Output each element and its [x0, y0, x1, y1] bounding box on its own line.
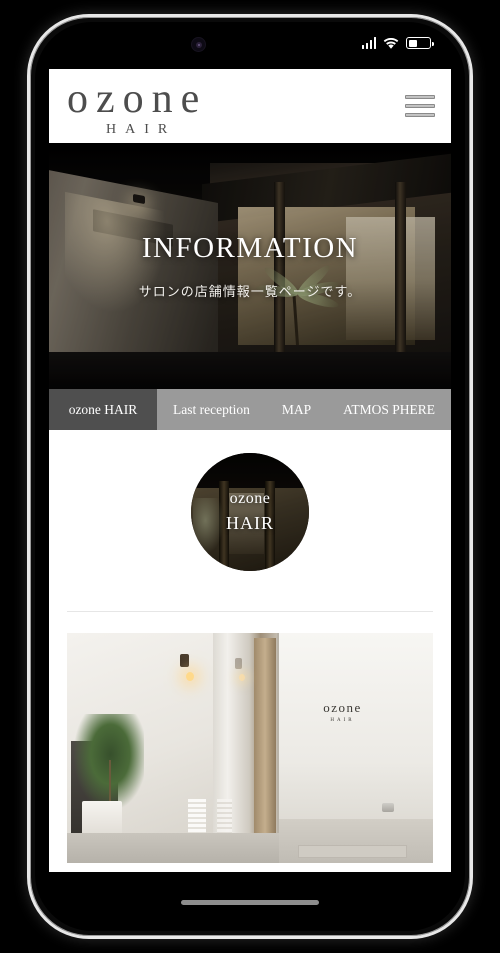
hero-subtitle: サロンの店舗情報一覧ページです。 [138, 285, 362, 300]
phone-frame: ozone HAIR INFORMATION サロンの店舗情報一覧ページです。 … [27, 14, 473, 939]
battery-level [408, 39, 417, 47]
avatar-label: ozone HAIR [191, 453, 309, 571]
notch [157, 22, 343, 49]
site-header: ozone HAIR [49, 69, 451, 143]
browser-viewport: ozone HAIR INFORMATION サロンの店舗情報一覧ページです。 … [49, 69, 451, 872]
hero-text-block: INFORMATION サロンの店舗情報一覧ページです。 [49, 143, 451, 389]
wifi-icon [383, 37, 399, 49]
avatar-line-2: HAIR [226, 513, 274, 533]
hero-title: INFORMATION [141, 232, 359, 264]
status-indicators [361, 36, 434, 49]
salon-interior-photo[interactable]: ozone HAIR [67, 633, 433, 863]
avatar-line-1: ozone [229, 490, 271, 507]
tab-bar: ozone HAIR Last reception MAP ATMOS PHER… [49, 389, 451, 430]
phone-screen: ozone HAIR INFORMATION サロンの店舗情報一覧ページです。 … [35, 22, 465, 931]
main-content: ozone HAIR ozone HAIR [49, 430, 451, 863]
status-bar [35, 22, 465, 69]
tab-atmosphere[interactable]: ATMOS PHERE [327, 389, 451, 430]
wall-signage-main: ozone [323, 699, 362, 715]
wall-signage-sub: HAIR [330, 717, 355, 723]
logo-secondary-text: HAIR [106, 121, 177, 137]
avatar-section: ozone HAIR [49, 430, 451, 571]
hero-banner: INFORMATION サロンの店舗情報一覧ページです。 [49, 143, 451, 389]
home-indicator[interactable] [181, 900, 319, 905]
signal-bars-icon [361, 37, 376, 49]
hamburger-menu-icon[interactable] [405, 95, 435, 117]
wall-signage: ozone HAIR [323, 700, 362, 723]
tab-ozone-hair[interactable]: ozone HAIR [49, 389, 157, 430]
tab-map[interactable]: MAP [266, 389, 327, 430]
section-divider [67, 611, 433, 612]
front-camera-icon [192, 38, 205, 51]
avatar[interactable]: ozone HAIR [191, 453, 309, 571]
logo-primary-text: ozone [67, 75, 208, 122]
tab-last-reception[interactable]: Last reception [157, 389, 266, 430]
brand-logo[interactable]: ozone HAIR [67, 76, 207, 137]
battery-icon [406, 37, 434, 49]
